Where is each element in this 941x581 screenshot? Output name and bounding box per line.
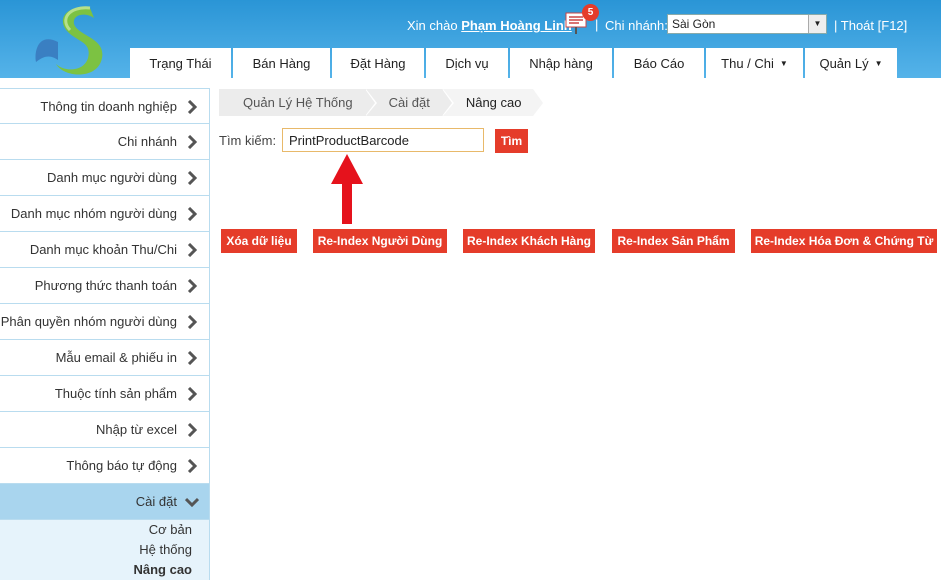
chevron-right-icon xyxy=(187,423,197,437)
header: Xin chào Phạm Hoàng Linh 5 | Chi nhánh: … xyxy=(0,0,941,78)
reindex-products-button[interactable]: Re-Index Sản Phẩm xyxy=(612,229,735,253)
chevron-right-icon xyxy=(187,459,197,473)
tab-bao-cao[interactable]: Báo Cáo xyxy=(614,48,704,78)
chevron-right-icon xyxy=(187,387,197,401)
sidebar-item-chi-nhanh[interactable]: Chi nhánh xyxy=(0,124,210,160)
submenu-item-co-ban[interactable]: Cơ bản xyxy=(0,520,209,540)
sidebar-item-cai-dat[interactable]: Cài đặt xyxy=(0,484,210,520)
caret-down-icon: ▼ xyxy=(779,58,788,68)
tab-thu-chi[interactable]: Thu / Chi ▼ xyxy=(706,48,803,78)
reindex-invoices-button[interactable]: Re-Index Hóa Đơn & Chứng Từ xyxy=(751,229,937,253)
tab-label: Quản Lý xyxy=(819,55,869,71)
tab-quan-ly[interactable]: Quản Lý ▼ xyxy=(805,48,897,78)
tab-label: Trạng Thái xyxy=(149,55,212,71)
branch-label: Chi nhánh: xyxy=(605,18,668,33)
sidebar-item-label: Phân quyền nhóm người dùng xyxy=(0,314,177,329)
clear-data-button[interactable]: Xóa dữ liệu xyxy=(221,229,297,253)
separator: | xyxy=(595,17,599,32)
main-nav: Trạng Thái Bán Hàng Đặt Hàng Dịch vụ Nhậ… xyxy=(130,48,899,78)
logo-icon[interactable] xyxy=(28,2,114,78)
chevron-right-icon xyxy=(187,315,197,329)
greeting: Xin chào Phạm Hoàng Linh xyxy=(407,18,572,33)
notification-button[interactable]: 5 xyxy=(565,4,599,35)
sidebar-item-label: Phương thức thanh toán xyxy=(34,278,177,293)
sidebar-item-label: Danh mục người dùng xyxy=(47,170,177,185)
tab-trang-thai[interactable]: Trạng Thái xyxy=(130,48,231,78)
sidebar-item-label: Thuộc tính sản phẩm xyxy=(54,386,177,401)
sidebar-item-thuoc-tinh-san-pham[interactable]: Thuộc tính sản phẩm xyxy=(0,376,210,412)
tab-label: Nhập hàng xyxy=(529,55,593,71)
tab-label: Báo Cáo xyxy=(633,55,685,71)
chevron-right-icon xyxy=(187,279,197,293)
submenu-item-he-thong[interactable]: Hệ thống xyxy=(0,540,209,560)
chevron-right-icon xyxy=(187,135,197,149)
sidebar-item-danh-muc-nguoi-dung[interactable]: Danh mục người dùng xyxy=(0,160,210,196)
chevron-down-icon xyxy=(185,497,199,507)
search-button[interactable]: Tìm xyxy=(495,129,528,153)
greeting-text: Xin chào xyxy=(407,18,458,33)
chevron-right-icon xyxy=(187,171,197,185)
search-input[interactable] xyxy=(282,128,484,152)
sidebar-item-label: Cài đặt xyxy=(135,494,177,509)
breadcrumb-item-nang-cao: Nâng cao xyxy=(441,89,546,116)
tab-nhap-hang[interactable]: Nhập hàng xyxy=(510,48,612,78)
branch-select[interactable]: Sài Gòn ▼ xyxy=(667,14,827,34)
sidebar-item-label: Mẫu email & phiếu in xyxy=(55,350,177,365)
tab-ban-hang[interactable]: Bán Hàng xyxy=(233,48,330,78)
sidebar-item-nhap-tu-excel[interactable]: Nhập từ excel xyxy=(0,412,210,448)
reindex-users-button[interactable]: Re-Index Người Dùng xyxy=(313,229,447,253)
sidebar-item-thong-tin-doanh-nghiep[interactable]: Thông tin doanh nghiệp xyxy=(0,88,210,124)
sidebar-item-label: Danh mục nhóm người dùng xyxy=(10,206,177,221)
sidebar-item-phan-quyen-nhom-nguoi-dung[interactable]: Phân quyền nhóm người dùng xyxy=(0,304,210,340)
sidebar-item-danh-muc-nhom-nguoi-dung[interactable]: Danh mục nhóm người dùng xyxy=(0,196,210,232)
breadcrumb-item-quan-ly-he-thong[interactable]: Quản Lý Hệ Thống xyxy=(219,89,377,116)
logout-label: Thoát [F12] xyxy=(840,18,908,33)
sidebar-submenu: Cơ bản Hệ thống Nâng cao xyxy=(0,520,210,580)
sidebar-item-thong-bao-tu-dong[interactable]: Thông báo tự động xyxy=(0,448,210,484)
chevron-down-icon[interactable]: ▼ xyxy=(808,15,826,33)
separator: | xyxy=(834,18,838,33)
user-name-link[interactable]: Phạm Hoàng Linh xyxy=(461,18,572,33)
tab-label: Thu / Chi xyxy=(721,55,774,71)
sidebar-item-label: Danh mục khoản Thu/Chi xyxy=(29,242,177,257)
branch-value: Sài Gòn xyxy=(672,17,716,31)
tab-label: Bán Hàng xyxy=(252,55,311,71)
tab-dat-hang[interactable]: Đặt Hàng xyxy=(332,48,424,78)
sidebar-item-mau-email-phieu-in[interactable]: Mẫu email & phiếu in xyxy=(0,340,210,376)
tab-label: Đặt Hàng xyxy=(350,55,406,71)
sidebar-item-phuong-thuc-thanh-toan[interactable]: Phương thức thanh toán xyxy=(0,268,210,304)
chevron-right-icon xyxy=(187,351,197,365)
sidebar-item-label: Thông tin doanh nghiệp xyxy=(40,98,177,114)
logout-link[interactable]: | Thoát [F12] xyxy=(834,18,907,33)
tab-dich-vu[interactable]: Dịch vụ xyxy=(426,48,508,78)
search-label: Tìm kiếm: xyxy=(219,133,277,148)
caret-down-icon: ▼ xyxy=(874,58,883,68)
submenu-item-nang-cao[interactable]: Nâng cao xyxy=(0,560,209,580)
chevron-right-icon xyxy=(187,243,197,257)
breadcrumb: Quản Lý Hệ Thống Cài đặt Nâng cao xyxy=(219,89,546,116)
sidebar-item-danh-muc-khoan-thu-chi[interactable]: Danh mục khoản Thu/Chi xyxy=(0,232,210,268)
sidebar: Thông tin doanh nghiệp Chi nhánh Danh mụ… xyxy=(0,88,210,580)
sidebar-item-label: Nhập từ excel xyxy=(96,422,177,437)
tab-label: Dịch vụ xyxy=(445,55,489,71)
sidebar-item-label: Thông báo tự động xyxy=(66,458,177,473)
chevron-right-icon xyxy=(187,100,197,114)
sidebar-item-label: Chi nhánh xyxy=(117,134,177,149)
red-up-arrow-icon xyxy=(331,154,363,224)
reindex-customers-button[interactable]: Re-Index Khách Hàng xyxy=(463,229,595,253)
chevron-right-icon xyxy=(187,207,197,221)
